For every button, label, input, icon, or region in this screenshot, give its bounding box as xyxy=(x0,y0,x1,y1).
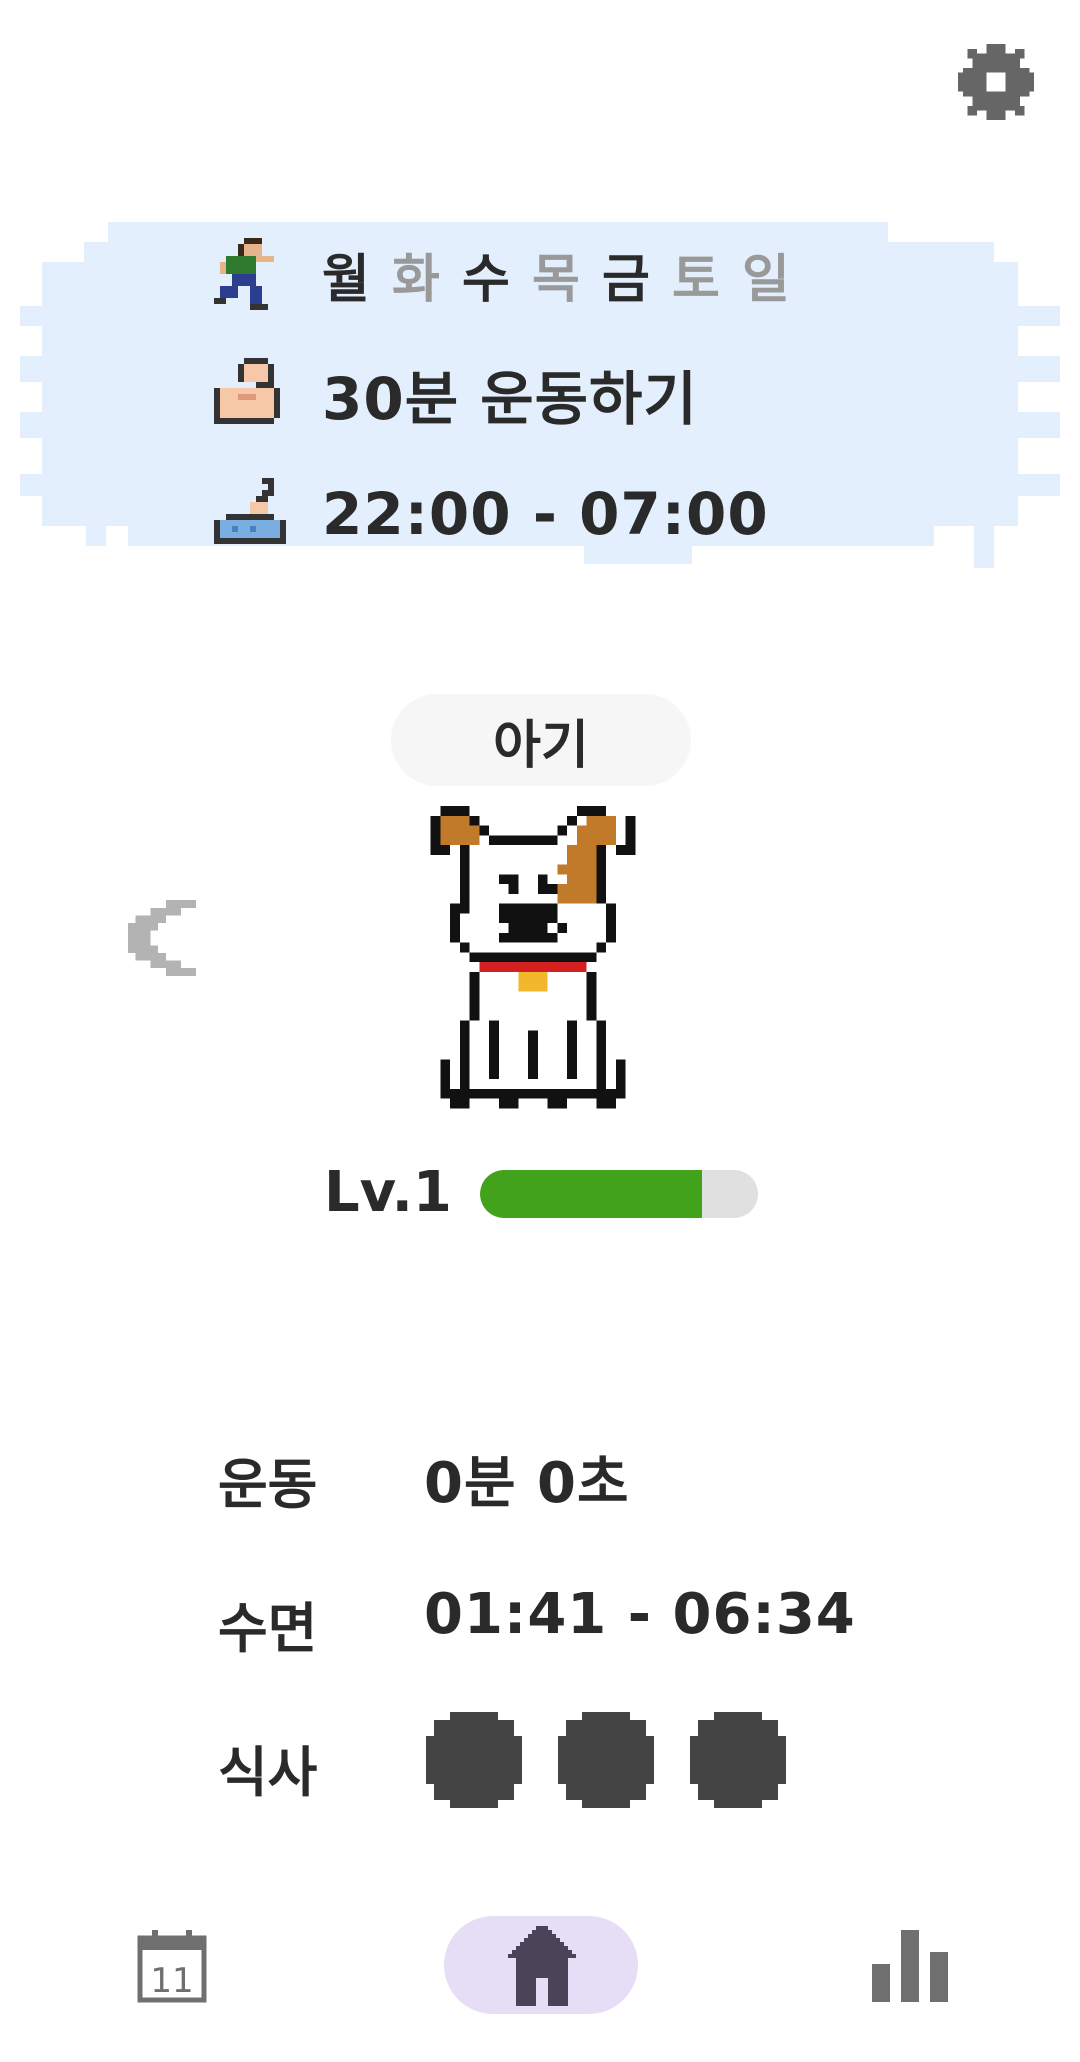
day-wed[interactable]: 수 xyxy=(462,237,532,312)
goal-days-row: 월 화 수 목 금 토 일 xyxy=(214,234,812,314)
day-thu[interactable]: 목 xyxy=(532,237,602,312)
meal-dots xyxy=(426,1712,806,1812)
sleep-goal-row[interactable]: 22:00 - 07:00 xyxy=(214,474,769,554)
meal-dot-1[interactable] xyxy=(426,1712,522,1808)
weekday-selector: 월 화 수 목 금 토 일 xyxy=(322,237,812,312)
day-sat[interactable]: 토 xyxy=(672,237,742,312)
day-sun[interactable]: 일 xyxy=(742,237,812,312)
day-fri[interactable]: 금 xyxy=(602,237,672,312)
pet-level-label: Lv.1 xyxy=(324,1160,452,1225)
exercise-goal-text: 30분 운동하기 xyxy=(322,365,698,433)
day-tue[interactable]: 화 xyxy=(392,237,462,312)
xp-progress-fill xyxy=(480,1170,703,1218)
settings-gear-icon[interactable] xyxy=(958,44,1034,120)
exercise-stat-label: 운동 xyxy=(218,1453,318,1516)
calendar-day-number: 11 xyxy=(150,1961,193,2001)
sleep-goal-text: 22:00 - 07:00 xyxy=(322,480,769,548)
calendar-icon[interactable]: 11 xyxy=(136,1928,208,2004)
runner-icon xyxy=(214,238,274,310)
statistics-icon[interactable] xyxy=(872,1930,948,2002)
exercise-goal-row[interactable]: 30분 운동하기 xyxy=(214,354,698,434)
meal-dot-3[interactable] xyxy=(690,1712,786,1808)
pet-dog-sprite[interactable] xyxy=(428,806,638,1128)
meal-dot-2[interactable] xyxy=(558,1712,654,1808)
xp-progress-bar xyxy=(480,1170,758,1218)
meal-stat-label: 식사 xyxy=(218,1741,318,1804)
day-mon[interactable]: 월 xyxy=(322,237,392,312)
exercise-stat-value: 0분 0초 xyxy=(424,1451,630,1516)
sleep-stat-label: 수면 xyxy=(218,1597,318,1660)
sleeping-icon xyxy=(214,478,286,544)
previous-pet-arrow-icon[interactable] xyxy=(128,900,196,976)
sleep-stat-value: 01:41 - 06:34 xyxy=(424,1582,856,1647)
muscle-icon xyxy=(214,358,280,424)
home-icon[interactable] xyxy=(500,1926,584,2006)
pet-stage-badge: 아기 xyxy=(391,694,691,786)
